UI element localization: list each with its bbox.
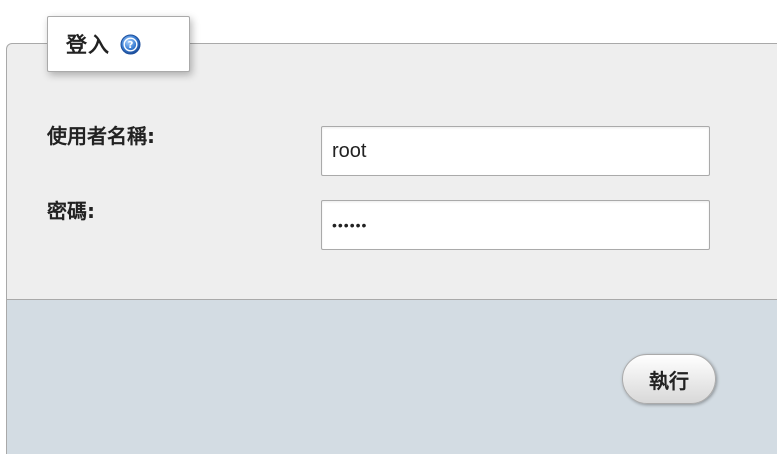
login-page: 登入 ? 使用者名稱: 密碼: 執行 [0, 0, 777, 454]
submit-button[interactable]: 執行 [622, 354, 716, 404]
svg-text:?: ? [128, 40, 134, 51]
login-legend: 登入 ? [47, 16, 190, 72]
username-input[interactable] [321, 126, 710, 176]
help-icon[interactable]: ? [120, 34, 141, 55]
password-input[interactable] [321, 200, 710, 250]
password-label: 密碼: [47, 199, 95, 223]
login-title: 登入 [66, 33, 110, 57]
username-label: 使用者名稱: [47, 124, 155, 148]
